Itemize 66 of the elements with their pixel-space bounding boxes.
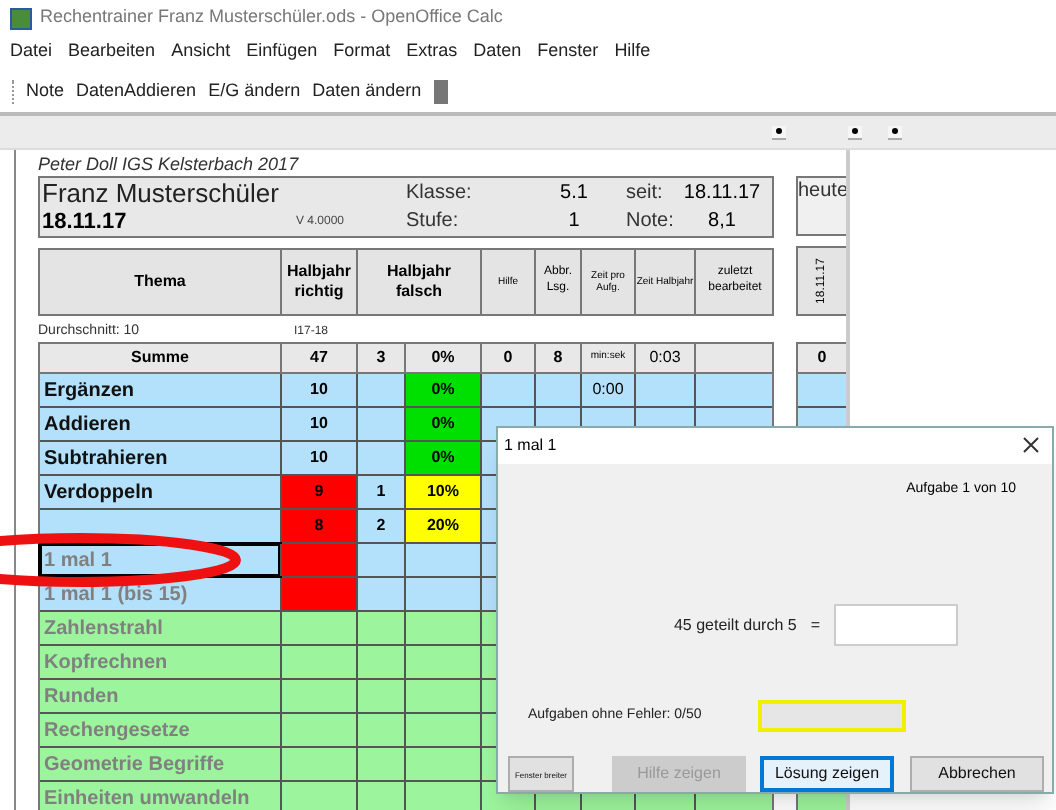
toolbar-button[interactable]: Daten ändern bbox=[312, 77, 422, 105]
summary-label: Summe bbox=[131, 346, 189, 371]
topic-label: Einheiten umwandeln bbox=[44, 785, 250, 810]
table-cell: 10 bbox=[310, 378, 328, 402]
summary-value: 0 bbox=[817, 345, 827, 370]
topic-label: Zahlenstrahl bbox=[44, 615, 163, 643]
topic-label: Geometrie Begriffe bbox=[44, 751, 225, 779]
summary-cell: 3 bbox=[376, 346, 386, 371]
menu-item[interactable]: Format bbox=[333, 37, 391, 65]
field-label: Klasse: bbox=[406, 180, 474, 209]
menu-item[interactable]: Ansicht bbox=[171, 37, 231, 65]
table-cell: 0:00 bbox=[592, 378, 624, 402]
toolbar-button[interactable]: E/G ändern bbox=[208, 77, 301, 105]
menu-item[interactable]: Extras bbox=[406, 37, 458, 65]
percent-cell: 10% bbox=[404, 476, 480, 508]
topic-label: Addieren bbox=[44, 411, 131, 439]
menu-item[interactable]: Fenster bbox=[537, 37, 599, 65]
column-header: Thema bbox=[132, 269, 188, 294]
topic-label: Kopfrechnen bbox=[44, 649, 168, 677]
percent-cell: 0% bbox=[404, 442, 480, 474]
dialog-button[interactable]: Lösung zeigen bbox=[760, 756, 894, 792]
status-cell: 9 bbox=[280, 476, 356, 508]
topic-label: Runden bbox=[44, 683, 119, 711]
summary-cell: 0 bbox=[503, 346, 513, 371]
topic-label: 1 mal 1 bbox=[44, 547, 112, 575]
menu-item[interactable]: Datei bbox=[10, 37, 53, 65]
dialog-title: 1 mal 1 bbox=[504, 433, 557, 458]
field-value: 1 bbox=[568, 208, 580, 237]
topic-label: Rechengesetze bbox=[44, 717, 190, 745]
menu-item[interactable]: Hilfe bbox=[614, 37, 651, 65]
menu-item[interactable]: Einfügen bbox=[246, 37, 318, 65]
summary-cell: 0:03 bbox=[649, 346, 681, 371]
field-label: Note: bbox=[626, 208, 674, 237]
menu-item[interactable]: Bearbeiten bbox=[68, 37, 156, 65]
field-label: seit: bbox=[626, 180, 665, 209]
percent-cell: 0% bbox=[404, 374, 480, 406]
column-header: Halbjahr falsch bbox=[356, 249, 480, 315]
percent-cell: 20% bbox=[404, 510, 480, 542]
field-value: 5.1 bbox=[560, 180, 588, 209]
equals-sign: = bbox=[810, 613, 820, 637]
dialog-button[interactable]: Abbrechen bbox=[910, 756, 1044, 792]
question-text: 45 geteilt durch 5 bbox=[673, 613, 797, 637]
status-cell: 8 bbox=[280, 510, 356, 542]
topic-label: Subtrahieren bbox=[44, 445, 168, 473]
table-cell: 1 bbox=[376, 480, 386, 504]
author-text: Peter Doll IGS Kelsterbach 2017 bbox=[38, 152, 301, 177]
date-text: 18.11.17 bbox=[42, 208, 129, 237]
table-cell: 10 bbox=[310, 412, 328, 436]
percent-cell: 0% bbox=[404, 408, 480, 440]
summary-cell: 8 bbox=[553, 346, 563, 371]
summary-cell: 47 bbox=[310, 346, 328, 371]
table-cell: 2 bbox=[376, 514, 386, 538]
field-value: 8,1 bbox=[708, 208, 736, 237]
field-value: 18.11.17 bbox=[683, 180, 761, 209]
column-header: Halbjahr richtig bbox=[280, 249, 356, 315]
summary-cell: 0% bbox=[431, 346, 455, 371]
table-cell: 10 bbox=[310, 446, 328, 470]
topic-label: Ergänzen bbox=[44, 377, 135, 405]
field-label: Stufe: bbox=[406, 208, 461, 237]
topic-label: 1 mal 1 (bis 15) bbox=[44, 581, 188, 609]
topic-label: Verdoppeln bbox=[44, 479, 153, 507]
student-name: Franz Musterschüler bbox=[42, 178, 281, 209]
toolbar-button[interactable]: DatenAddieren bbox=[76, 77, 197, 105]
menu-item[interactable]: Daten bbox=[473, 37, 522, 65]
toolbar-button[interactable]: Note bbox=[26, 77, 65, 105]
window-title: Rechentrainer Franz Musterschüler.ods - OpenOffice Calc bbox=[40, 4, 503, 31]
